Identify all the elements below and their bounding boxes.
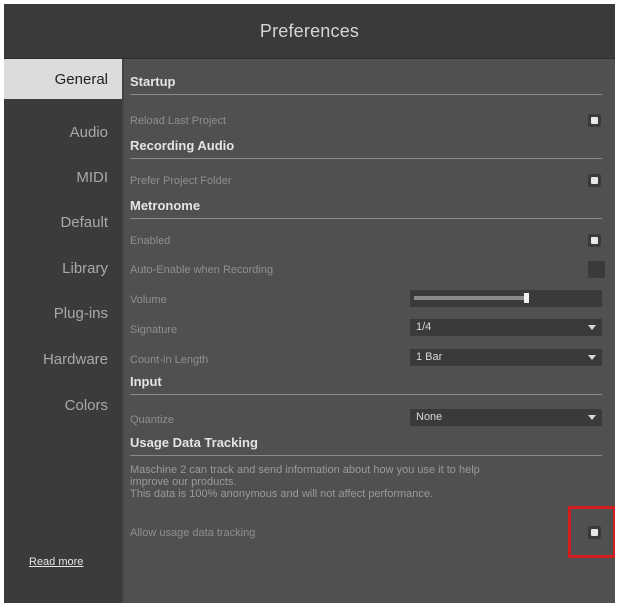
section-metronome-title: Metronome — [130, 195, 602, 219]
chevron-down-icon — [588, 355, 596, 360]
count-in-label: Count-in Length — [130, 354, 209, 366]
reload-last-project-label: Reload Last Project — [130, 115, 226, 127]
usage-description-line-1: Maschine 2 can track and send informatio… — [130, 464, 480, 476]
sidebar-item-library[interactable]: Library — [4, 248, 122, 288]
window-title: Preferences — [4, 4, 615, 59]
metronome-enabled-checkbox[interactable] — [588, 234, 601, 247]
volume-slider-fill — [414, 296, 524, 300]
sidebar-item-default[interactable]: Default — [4, 202, 122, 242]
reload-last-project-checkbox[interactable] — [588, 114, 601, 127]
quantize-value: None — [416, 411, 443, 423]
auto-enable-label: Auto-Enable when Recording — [130, 264, 274, 276]
sidebar-item-colors[interactable]: Colors — [4, 385, 122, 425]
sidebar-item-hardware[interactable]: Hardware — [4, 339, 122, 379]
sidebar-item-midi[interactable]: MIDI — [4, 157, 122, 197]
chevron-down-icon — [588, 325, 596, 330]
usage-description-line-2: improve our products. — [130, 476, 237, 488]
sidebar-item-general[interactable]: General — [4, 59, 122, 99]
section-recording-audio-title: Recording Audio — [130, 135, 602, 159]
auto-enable-checkbox[interactable] — [588, 261, 605, 278]
read-more-link[interactable]: Read more — [29, 556, 83, 568]
quantize-select[interactable]: None — [410, 409, 602, 426]
quantize-label: Quantize — [130, 414, 175, 426]
sidebar: General Audio MIDI Default Library Plug-… — [4, 59, 122, 603]
prefer-project-folder-checkbox[interactable] — [588, 174, 601, 187]
section-usage-title: Usage Data Tracking — [130, 432, 602, 456]
general-panel: Startup Reload Last Project Recording Au… — [124, 59, 615, 603]
volume-slider-handle[interactable] — [524, 293, 529, 303]
count-in-value: 1 Bar — [416, 351, 443, 363]
sidebar-item-audio[interactable]: Audio — [4, 112, 122, 152]
allow-usage-label: Allow usage data tracking — [130, 527, 256, 539]
volume-label: Volume — [130, 294, 167, 306]
sidebar-item-plug-ins[interactable]: Plug-ins — [4, 293, 122, 333]
preferences-window: Preferences General Audio MIDI Default L… — [4, 4, 615, 603]
highlight-box — [568, 506, 615, 558]
metronome-enabled-label: Enabled — [130, 235, 171, 247]
section-input-title: Input — [130, 371, 602, 395]
volume-slider[interactable] — [410, 290, 602, 307]
count-in-select[interactable]: 1 Bar — [410, 349, 602, 366]
usage-description-line-3: This data is 100% anonymous and will not… — [130, 488, 434, 500]
prefer-project-folder-label: Prefer Project Folder — [130, 175, 232, 187]
chevron-down-icon — [588, 415, 596, 420]
signature-select[interactable]: 1/4 — [410, 319, 602, 336]
usage-description: Maschine 2 can track and send informatio… — [130, 464, 600, 500]
signature-label: Signature — [130, 324, 178, 336]
section-startup-title: Startup — [130, 71, 602, 95]
signature-value: 1/4 — [416, 321, 432, 333]
